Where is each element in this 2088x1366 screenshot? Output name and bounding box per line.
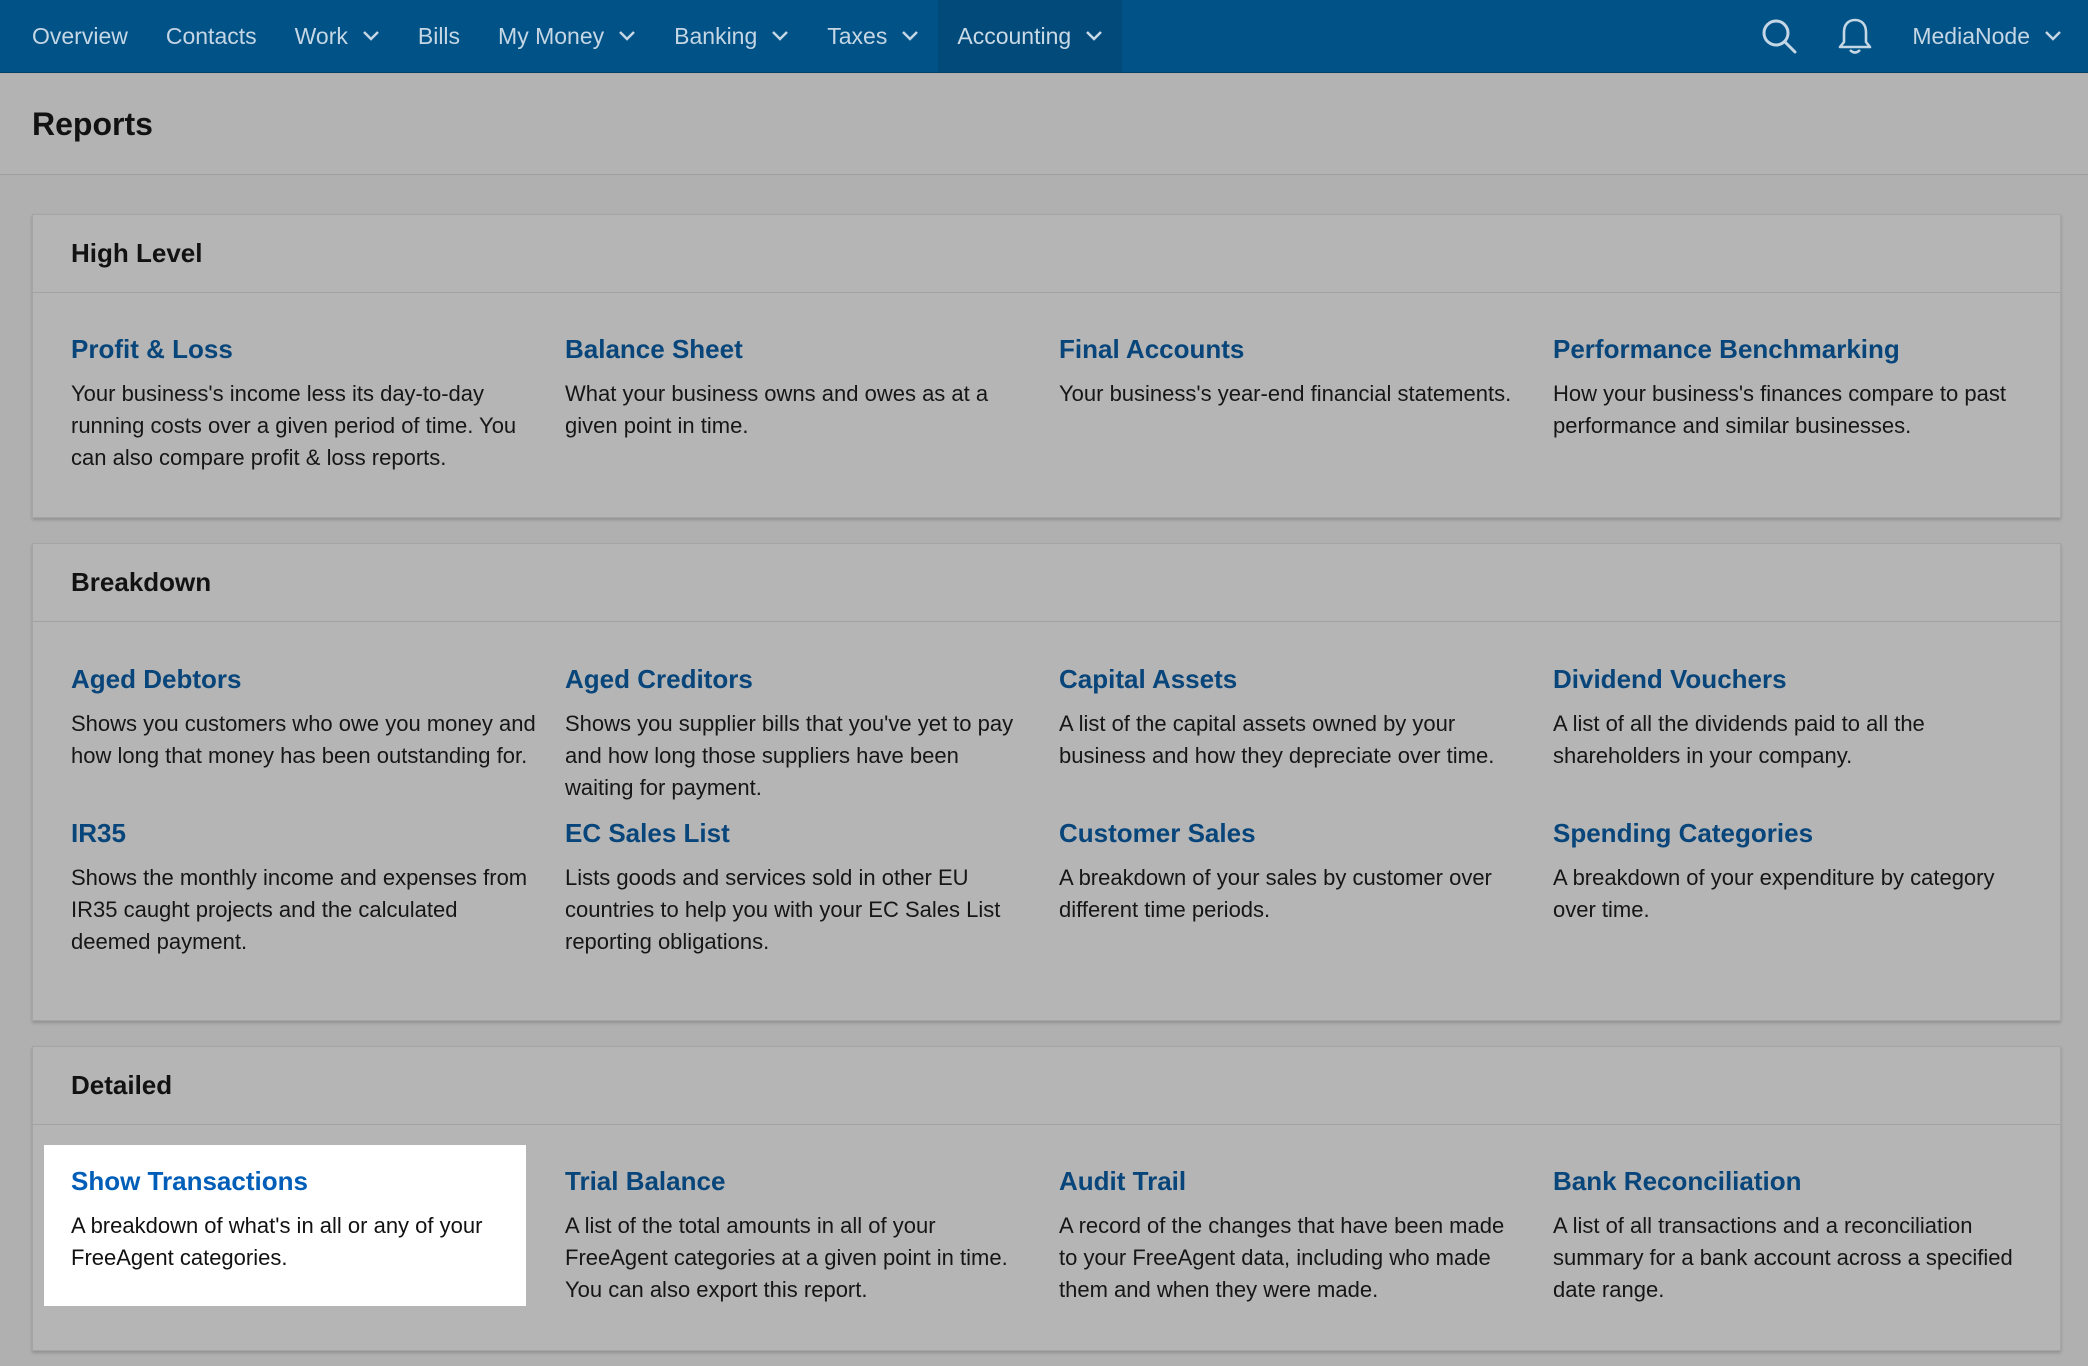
bell-icon[interactable] [1836,17,1874,55]
report-description: Lists goods and services sold in other E… [565,865,1001,954]
report-description: A breakdown of what's in all or any of y… [71,1213,483,1270]
report-link-customer-sales[interactable]: Customer Sales [1059,817,1527,849]
report-link-balance-sheet[interactable]: Balance Sheet [565,333,1033,365]
report-item: Spending Categories A breakdown of your … [1553,817,2047,958]
section-header: Breakdown [33,544,2060,622]
report-description: A list of all transactions and a reconci… [1553,1213,2013,1302]
report-item: Customer Sales A breakdown of your sales… [1059,817,1553,958]
page-title: Reports [32,106,153,142]
report-link-show-transactions[interactable]: Show Transactions [71,1165,500,1197]
report-item: Capital Assets A list of the capital ass… [1059,663,1553,804]
report-item: Dividend Vouchers A list of all the divi… [1553,663,2047,804]
report-description: A list of the capital assets owned by yo… [1059,711,1495,768]
chevron-down-icon [619,31,636,41]
nav-label: Banking [674,22,758,49]
nav-overview[interactable]: Overview [13,0,147,72]
report-description: Shows the monthly income and expenses fr… [71,865,528,954]
section-title: High Level [71,238,203,268]
section-title: Detailed [71,1070,173,1100]
report-item: Audit Trail A record of the changes that… [1059,1165,1553,1306]
nav-label: Taxes [827,22,888,49]
report-description: Shows you supplier bills that you've yet… [565,711,1014,800]
report-link-trial-balance[interactable]: Trial Balance [565,1165,1033,1197]
report-item: Performance Benchmarking How your busine… [1553,333,2047,474]
report-description: A list of all the dividends paid to all … [1553,711,1925,768]
report-grid: Profit & Loss Your business's income les… [33,293,2060,474]
nav-label: Accounting [957,22,1072,49]
nav-work[interactable]: Work [276,0,399,72]
report-grid: Show Transactions A breakdown of what's … [33,1125,2060,1306]
report-item: IR35 Shows the monthly income and expens… [71,817,565,958]
report-link-aged-creditors[interactable]: Aged Creditors [565,663,1033,695]
report-description: A record of the changes that have been m… [1059,1213,1505,1302]
report-item: Aged Creditors Shows you supplier bills … [565,663,1059,804]
report-description: A list of the total amounts in all of yo… [565,1213,1008,1302]
report-item: Aged Debtors Shows you customers who owe… [71,663,565,804]
top-navigation: Overview Contacts Work Bills My Money Ba… [0,0,2088,73]
report-link-dividend-vouchers[interactable]: Dividend Vouchers [1553,663,2021,695]
nav-utilities: MediaNode [1760,0,2088,72]
report-item: Bank Reconciliation A list of all transa… [1553,1165,2047,1306]
nav-banking[interactable]: Banking [655,0,808,72]
report-link-ec-sales-list[interactable]: EC Sales List [565,817,1033,849]
report-link-aged-debtors[interactable]: Aged Debtors [71,663,539,695]
report-item: Trial Balance A list of the total amount… [565,1165,1059,1306]
section-detailed: Detailed Show Transactions A breakdown o… [32,1046,2061,1351]
page-header: Reports [0,74,2088,175]
report-item-highlighted[interactable]: Show Transactions A breakdown of what's … [44,1145,526,1306]
chevron-down-icon [902,31,919,41]
nav-contacts[interactable]: Contacts [147,0,276,72]
search-icon[interactable] [1760,17,1798,55]
chevron-down-icon [362,31,379,41]
report-link-capital-assets[interactable]: Capital Assets [1059,663,1527,695]
report-link-performance-benchmarking[interactable]: Performance Benchmarking [1553,333,2021,365]
report-item: EC Sales List Lists goods and services s… [565,817,1059,958]
report-description: Your business's year-end financial state… [1059,381,1512,406]
nav-taxes[interactable]: Taxes [808,0,938,72]
account-label: MediaNode [1912,22,2030,49]
nav-label: Overview [32,22,128,49]
report-item: Final Accounts Your business's year-end … [1059,333,1553,474]
nav-accounting[interactable]: Accounting [938,0,1123,72]
report-description: Shows you customers who owe you money an… [71,711,536,768]
nav-label: My Money [498,22,605,49]
report-item: Balance Sheet What your business owns an… [565,333,1059,474]
nav-label: Contacts [165,22,257,49]
report-link-audit-trail[interactable]: Audit Trail [1059,1165,1527,1197]
report-description: Your business's income less its day-to-d… [71,381,517,470]
report-description: A breakdown of your expenditure by categ… [1553,865,1995,922]
chevron-down-icon [2045,31,2061,41]
nav-my-money[interactable]: My Money [479,0,655,72]
section-header: High Level [33,215,2060,293]
chevron-down-icon [1086,31,1103,41]
report-link-ir35[interactable]: IR35 [71,817,539,849]
report-link-profit-loss[interactable]: Profit & Loss [71,333,539,365]
nav-label: Work [294,22,348,49]
report-link-spending-categories[interactable]: Spending Categories [1553,817,2021,849]
report-description: What your business owns and owes as at a… [565,381,989,438]
section-high-level: High Level Profit & Loss Your business's… [32,214,2061,518]
report-description: A breakdown of your sales by customer ov… [1059,865,1492,922]
chevron-down-icon [772,31,789,41]
nav-label: Bills [417,22,461,49]
section-breakdown: Breakdown Aged Debtors Shows you custome… [32,543,2061,1021]
report-description: How your business's finances compare to … [1553,381,2006,438]
main-menu: Overview Contacts Work Bills My Money Ba… [0,0,1123,72]
section-header: Detailed [33,1047,2060,1125]
report-link-bank-reconciliation[interactable]: Bank Reconciliation [1553,1165,2021,1197]
report-grid: Aged Debtors Shows you customers who owe… [33,622,2060,958]
nav-bills[interactable]: Bills [399,0,479,72]
report-link-final-accounts[interactable]: Final Accounts [1059,333,1527,365]
account-menu[interactable]: MediaNode [1912,23,2062,50]
report-item: Profit & Loss Your business's income les… [71,333,565,474]
section-title: Breakdown [71,567,212,597]
